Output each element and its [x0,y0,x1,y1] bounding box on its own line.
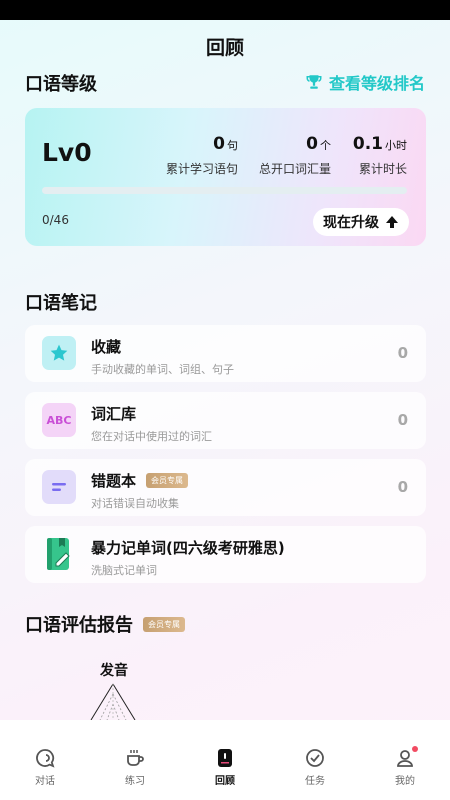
tab-label: 任务 [305,776,325,787]
note-count: 0 [397,478,408,496]
tab-profile[interactable]: 我的 [360,720,450,800]
vip-badge: 会员专属 [146,473,189,488]
stat-unit: 个 [320,139,331,152]
check-circle-icon [306,749,324,767]
notebook-icon [42,537,76,571]
trophy-icon [306,75,322,89]
arrow-up-icon [386,216,398,228]
coffee-icon [127,750,144,766]
stat-value: 0 [213,134,225,154]
rank-link[interactable]: 查看等级排名 [305,70,425,94]
note-subtitle: 您在对话中使用过的词汇 [91,430,212,443]
stat-unit: 句 [227,139,238,152]
note-count: 0 [397,344,408,362]
vip-badge: 会员专属 [143,616,185,632]
level-label: Lv0 [42,138,92,167]
stat-sentences: 0句 累计学习语句 [166,134,238,177]
chat-icon [36,749,55,768]
star-icon [42,336,76,370]
note-title: 错题本 [91,472,137,490]
abc-icon-text: ABC [46,413,72,427]
level-card: Lv0 0句 累计学习语句 0个 总开口词汇量 0.1 小时 累计时长 0/46 … [25,108,426,246]
stat-label: 累计学习语句 [165,162,238,176]
note-title: 词汇库 [91,405,137,423]
stat-unit: 小时 [385,139,407,152]
note-title: 收藏 [91,338,122,356]
stat-value: 0.1 [352,134,383,154]
page-title: 回顾 [205,37,244,59]
stat-label: 总开口词汇量 [258,162,331,176]
level-progress-bar [42,187,407,194]
note-subtitle: 手动收藏的单词、词组、句子 [91,363,234,376]
review-icon [218,749,232,767]
level-section-title: 口语等级 [25,74,97,95]
note-item-favorites[interactable]: 收藏 手动收藏的单词、词组、句子 0 [25,325,426,382]
note-item-word-memorize[interactable]: 暴力记单词(四六级考研雅思) 洗脑式记单词 [25,526,426,583]
list-icon [42,470,76,504]
report-section-header: 口语评估报告 会员专属 [25,611,185,637]
note-subtitle: 洗脑式记单词 [91,564,157,577]
tab-label: 练习 [125,776,145,787]
note-title-row: 错题本 会员专属 [91,470,189,491]
stat-vocabulary: 0个 总开口词汇量 [259,134,331,177]
note-item-vocabulary[interactable]: ABC 词汇库 您在对话中使用过的词汇 0 [25,392,426,449]
status-bar [0,0,450,20]
note-count: 0 [397,411,408,429]
upgrade-button-label: 现在升级 [323,215,379,231]
tab-tasks[interactable]: 任务 [270,720,360,800]
tab-chat[interactable]: 对话 [0,720,90,800]
stat-label: 累计时长 [358,162,407,176]
abc-icon: ABC [42,403,76,437]
note-title: 暴力记单词(四六级考研雅思) [91,539,285,557]
radar-axis-label: 发音 [100,663,128,679]
rank-link-label: 查看等级排名 [328,74,425,93]
upgrade-button[interactable]: 现在升级 [313,208,409,236]
stat-duration: 0.1 小时 累计时长 [353,134,407,177]
level-progress-text: 0/46 [42,213,69,227]
tab-review[interactable]: 回顾 [180,720,270,800]
note-item-mistakes[interactable]: 错题本 会员专属 对话错误自动收集 0 [25,459,426,516]
radar-chart [90,683,136,722]
note-subtitle: 对话错误自动收集 [91,497,179,510]
notification-dot [412,746,418,752]
report-section-title: 口语评估报告 [25,615,133,636]
tab-practice[interactable]: 练习 [90,720,180,800]
notes-section-title: 口语笔记 [25,293,97,314]
bottom-tab-bar: 对话 练习 回顾 任务 我的 [0,720,450,800]
stat-value: 0 [306,134,318,154]
tab-label: 我的 [395,776,415,787]
tab-label: 回顾 [215,776,235,787]
tab-label: 对话 [35,776,55,787]
